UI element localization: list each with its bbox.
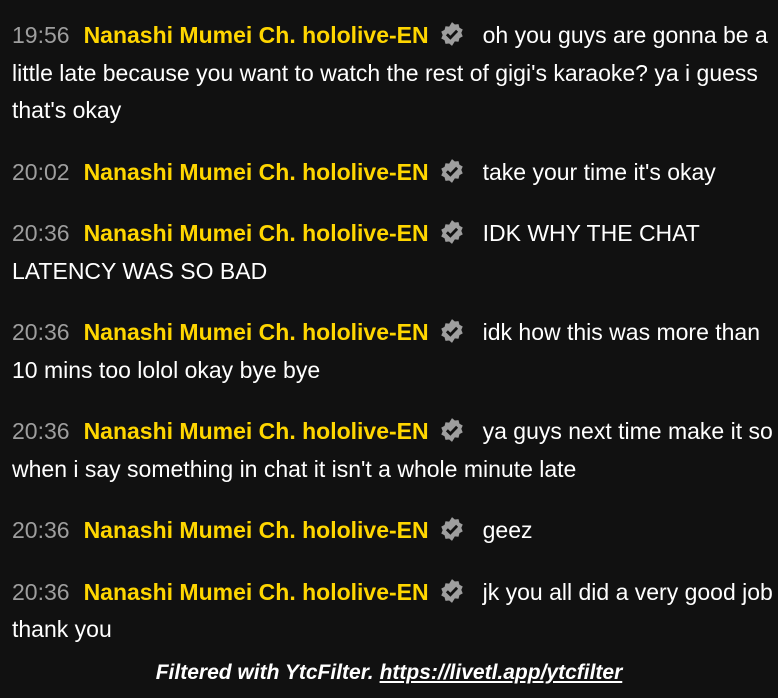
- message-timestamp: 20:02: [12, 158, 70, 185]
- chat-message: 20:36 Nanashi Mumei Ch. hololive-EN geez: [12, 512, 774, 550]
- author-name[interactable]: Nanashi Mumei Ch. hololive-EN: [84, 319, 429, 345]
- chat-message: 20:36 Nanashi Mumei Ch. hololive-EN IDK WH…: [12, 215, 774, 290]
- verified-badge-icon: [439, 158, 465, 184]
- author-name[interactable]: Nanashi Mumei Ch. hololive-EN: [84, 159, 429, 185]
- message-timestamp: 20:36: [12, 578, 70, 605]
- message-timestamp: 19:56: [12, 22, 70, 48]
- message-text: take your time it's okay: [482, 158, 716, 185]
- footer-credit: Filtered with YtcFilter. https://livetl.a…: [0, 658, 778, 688]
- chat-message: 19:56 Nanashi Mumei Ch. hololive-EN oh you…: [12, 17, 774, 130]
- verified-badge-icon: [439, 21, 465, 47]
- author-name[interactable]: Nanashi Mumei Ch. hololive-EN: [84, 22, 429, 48]
- message-timestamp: 20:36: [12, 319, 70, 345]
- chat-log: 19:56 Nanashi Mumei Ch. hololive-EN oh you…: [12, 17, 774, 673]
- chat-message: 20:36 Nanashi Mumei Ch. hololive-EN idk ho…: [12, 314, 774, 389]
- message-text: geez: [482, 517, 533, 543]
- chat-message: 20:36 Nanashi Mumei Ch. hololive-EN ya guy…: [12, 413, 774, 488]
- author-name[interactable]: Nanashi Mumei Ch. hololive-EN: [84, 517, 429, 543]
- verified-badge-icon: [439, 417, 465, 443]
- ytcfilter-link[interactable]: https://livetl.app/ytcfilter: [380, 661, 623, 684]
- message-timestamp: 20:36: [12, 517, 70, 543]
- author-name[interactable]: Nanashi Mumei Ch. hololive-EN: [84, 418, 429, 444]
- verified-badge-icon: [439, 318, 465, 344]
- message-timestamp: 20:36: [12, 220, 70, 246]
- verified-badge-icon: [439, 578, 465, 604]
- chat-message: 20:36 Nanashi Mumei Ch. hololive-EN jk you…: [12, 574, 774, 649]
- verified-badge-icon: [439, 516, 465, 542]
- message-timestamp: 20:36: [12, 418, 70, 444]
- author-name[interactable]: Nanashi Mumei Ch. hololive-EN: [84, 579, 429, 605]
- verified-badge-icon: [439, 219, 465, 245]
- author-name[interactable]: Nanashi Mumei Ch. hololive-EN: [84, 220, 429, 246]
- footer-label: Filtered with YtcFilter.: [155, 661, 374, 684]
- chat-message: 20:02 Nanashi Mumei Ch. hololive-EN take y…: [12, 154, 774, 192]
